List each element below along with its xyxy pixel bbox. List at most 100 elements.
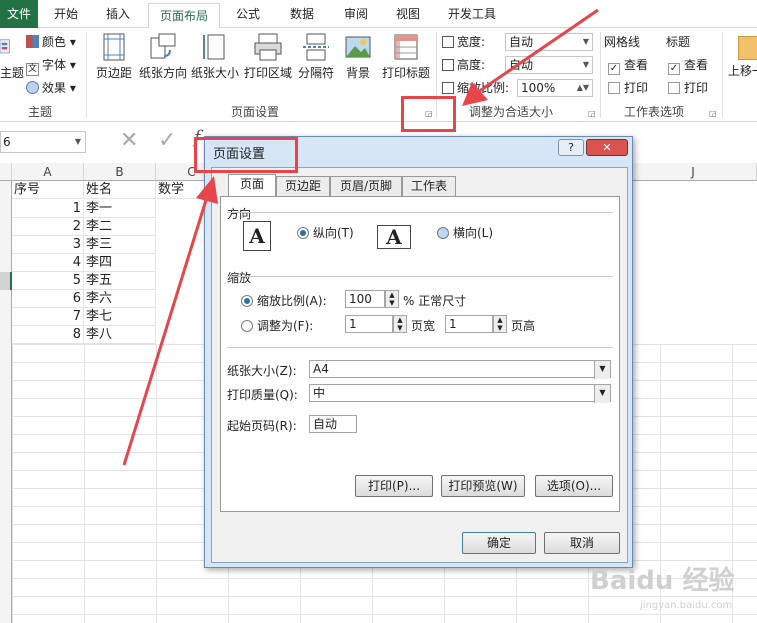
- first-page-number-input[interactable]: 自动: [309, 415, 357, 433]
- ribbon: 主题 颜色 ▾ 文字体 ▾ 效果 ▾ 主题 页边距 纸张方向 纸张大小 打印区域…: [0, 28, 757, 122]
- pages-wide-spinner-icon[interactable]: ▲ ▼: [393, 315, 407, 333]
- scaling-section-label: 缩放: [227, 271, 252, 285]
- scale-input[interactable]: 100% ▲▼: [517, 79, 593, 97]
- tab-developer[interactable]: 开发工具: [440, 0, 504, 28]
- first-page-number-label: 起始页码(R):: [227, 419, 297, 433]
- select-all-corner[interactable]: [0, 163, 12, 181]
- print-titles-button[interactable]: 打印标题: [380, 32, 432, 98]
- paper-size-select[interactable]: A4 ▼: [309, 360, 611, 379]
- sheet-options-launcher-icon[interactable]: ◲: [709, 109, 718, 118]
- tab-data[interactable]: 数据: [282, 0, 322, 28]
- table-cell-name[interactable]: 李三: [84, 236, 156, 254]
- landscape-radio[interactable]: 横向(L): [437, 224, 493, 241]
- tab-home[interactable]: 开始: [46, 0, 86, 28]
- tab-view[interactable]: 视图: [388, 0, 428, 28]
- options-button[interactable]: 选项(O)...: [535, 475, 613, 497]
- gridlines-view-checkbox[interactable]: ✓ 查看: [608, 56, 648, 75]
- dialog-tab-header-footer[interactable]: 页眉/页脚: [330, 176, 402, 196]
- tab-formulas[interactable]: 公式: [228, 0, 268, 28]
- table-cell-name[interactable]: 李二: [84, 218, 156, 236]
- size-button[interactable]: 纸张大小: [190, 32, 240, 98]
- print-quality-select[interactable]: 中 ▼: [309, 384, 611, 403]
- tab-review[interactable]: 审阅: [336, 0, 376, 28]
- section-divider: [227, 276, 613, 277]
- table-cell-index[interactable]: 1: [12, 200, 84, 218]
- column-header-b[interactable]: B: [84, 163, 156, 181]
- table-cell-index[interactable]: 6: [12, 290, 84, 308]
- effects-button[interactable]: 效果 ▾: [26, 79, 76, 96]
- colors-button[interactable]: 颜色 ▾: [26, 33, 76, 50]
- dialog-tab-margins[interactable]: 页边距: [276, 176, 330, 196]
- orientation-label: 纸张方向: [138, 66, 187, 80]
- cancel-button[interactable]: 取消: [544, 532, 620, 554]
- table-cell-index[interactable]: 3: [12, 236, 84, 254]
- column-header-a[interactable]: A: [12, 163, 84, 181]
- height-select[interactable]: 自动 ▼: [505, 56, 593, 74]
- spinner-icon: ▲▼: [576, 83, 589, 92]
- pages-wide-input[interactable]: 1: [345, 315, 393, 333]
- gridlines-title: 网格线: [604, 35, 641, 49]
- margins-button[interactable]: 页边距: [92, 32, 136, 98]
- bring-forward-button[interactable]: 上移一: [728, 32, 757, 98]
- headings-view-checkbox[interactable]: ✓ 查看: [668, 56, 708, 75]
- breaks-button[interactable]: 分隔符: [296, 32, 336, 98]
- pages-tall-input[interactable]: 1: [445, 315, 493, 333]
- fit-to-radio[interactable]: 调整为(F):: [241, 317, 313, 334]
- width-row: 宽度:: [442, 32, 485, 52]
- dialog-tab-page[interactable]: 页面: [228, 174, 276, 197]
- table-cell-name[interactable]: 李五: [84, 272, 156, 290]
- fonts-button[interactable]: 文字体 ▾: [26, 56, 76, 76]
- close-button[interactable]: ✕: [586, 139, 628, 156]
- header-cell-name[interactable]: 姓名: [84, 181, 156, 199]
- scale-launcher-icon[interactable]: ◲: [588, 109, 597, 118]
- width-select[interactable]: 自动 ▼: [505, 33, 593, 51]
- print-button[interactable]: 打印(P)...: [355, 475, 433, 497]
- header-cell-index[interactable]: 序号: [12, 181, 84, 199]
- table-cell-name[interactable]: 李一: [84, 200, 156, 218]
- column-header-j[interactable]: J: [630, 163, 757, 181]
- checkbox-checked-icon: ✓: [608, 63, 620, 75]
- tab-insert[interactable]: 插入: [98, 0, 138, 28]
- ok-button[interactable]: 确定: [462, 532, 536, 554]
- effects-icon: [26, 81, 39, 94]
- enter-formula-icon[interactable]: ✓: [158, 129, 176, 153]
- table-cell-index[interactable]: 8: [12, 326, 84, 344]
- sheet-options-group-label: 工作表选项: [623, 105, 684, 119]
- print-preview-button[interactable]: 打印预览(W): [441, 475, 525, 497]
- tab-file[interactable]: 文件: [0, 0, 38, 28]
- themes-button[interactable]: 主题: [0, 32, 24, 98]
- table-cell-index[interactable]: 4: [12, 254, 84, 272]
- group-separator: [600, 32, 601, 118]
- orientation-icon: [150, 33, 176, 59]
- orientation-button[interactable]: 纸张方向: [138, 32, 188, 98]
- adjust-to-input[interactable]: 100: [345, 290, 385, 308]
- background-button[interactable]: 背景: [340, 32, 376, 98]
- pages-tall-spinner-icon[interactable]: ▲ ▼: [493, 315, 507, 333]
- table-cell-index[interactable]: 2: [12, 218, 84, 236]
- portrait-radio[interactable]: 纵向(T): [297, 224, 354, 241]
- dialog-tab-sheet[interactable]: 工作表: [402, 176, 456, 196]
- table-cell-index[interactable]: 5: [12, 272, 84, 290]
- help-button[interactable]: ?: [558, 139, 584, 156]
- group-separator: [722, 32, 723, 118]
- print-area-button[interactable]: 打印区域: [242, 32, 294, 98]
- height-value: 自动: [509, 58, 534, 72]
- adjust-to-radio[interactable]: 缩放比例(A):: [241, 292, 327, 309]
- name-box[interactable]: 6 ▼: [0, 131, 86, 153]
- table-cell-name[interactable]: 李八: [84, 326, 156, 344]
- gridlines-view-label: 查看: [624, 58, 649, 72]
- adjust-to-spinner-icon[interactable]: ▲ ▼: [385, 290, 399, 308]
- headings-print-checkbox[interactable]: 打印: [668, 79, 708, 96]
- table-cell-name[interactable]: 李七: [84, 308, 156, 326]
- paper-size-icon: [203, 34, 225, 60]
- cancel-formula-icon[interactable]: ✕: [120, 129, 138, 153]
- table-cell-name[interactable]: 李四: [84, 254, 156, 272]
- colors-icon: [26, 35, 39, 48]
- table-cell-name[interactable]: 李六: [84, 290, 156, 308]
- gridlines-print-checkbox[interactable]: 打印: [608, 79, 648, 96]
- width-value: 自动: [509, 35, 534, 49]
- colors-label: 颜色: [42, 35, 67, 49]
- theme-group-label: 主题: [27, 105, 52, 119]
- table-cell-index[interactable]: 7: [12, 308, 84, 326]
- tab-page-layout[interactable]: 页面布局: [148, 3, 220, 29]
